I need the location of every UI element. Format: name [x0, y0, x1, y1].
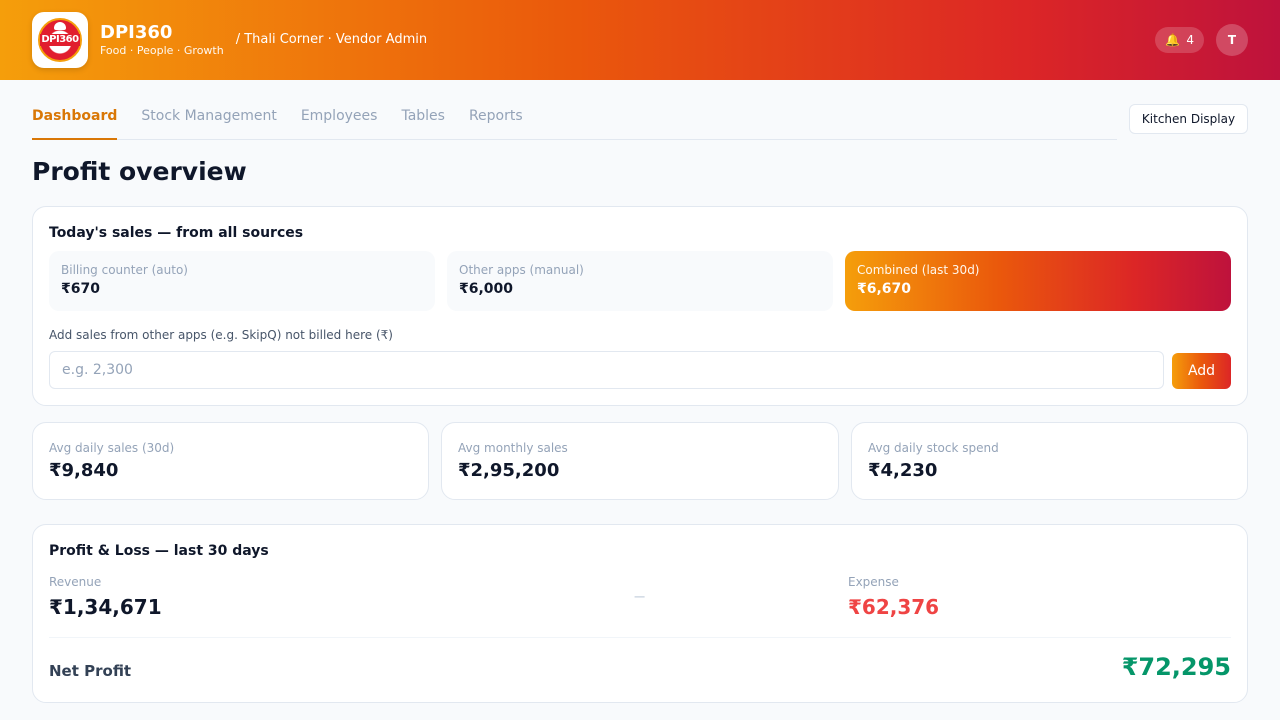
minus-operator: − — [633, 587, 647, 606]
stat-label: Other apps (manual) — [459, 263, 584, 277]
add-sales-label: Add sales from other apps (e.g. SkipQ) n… — [49, 328, 393, 342]
avg-monthly-sales-card: Avg monthly sales ₹2,95,200 — [441, 422, 839, 500]
revenue-label: Revenue — [49, 575, 102, 589]
todays-sales-card: Today's sales — from all sources Billing… — [32, 206, 1248, 406]
revenue-value: ₹1,34,671 — [49, 595, 162, 619]
stat-label: Billing counter (auto) — [61, 263, 188, 277]
combined-sales-box: Combined (last 30d) ₹6,670 — [845, 251, 1231, 311]
page-title: Profit overview — [32, 157, 247, 186]
avg-daily-stock-spend-card: Avg daily stock spend ₹4,230 — [851, 422, 1248, 500]
notifications-button[interactable]: 🔔 4 — [1155, 27, 1204, 53]
net-profit-label: Net Profit — [49, 662, 132, 680]
logo-text: DPI360 — [40, 34, 80, 46]
stat-value: ₹670 — [61, 281, 100, 297]
stat-label: Combined (last 30d) — [857, 263, 980, 277]
tab-employees[interactable]: Employees — [301, 96, 378, 140]
other-sales-input[interactable] — [49, 351, 1164, 389]
chef-logo-icon: DPI360 — [38, 18, 82, 62]
card-title: Profit & Loss — last 30 days — [49, 543, 269, 559]
stat-value: ₹2,95,200 — [458, 460, 560, 481]
revenue-block: Revenue ₹1,34,671 — [49, 575, 162, 619]
stat-label: Avg daily stock spend — [868, 441, 999, 455]
tab-reports[interactable]: Reports — [469, 96, 523, 140]
stat-value: ₹9,840 — [49, 460, 119, 481]
notification-count: 4 — [1186, 33, 1194, 47]
profit-loss-card: Profit & Loss — last 30 days Revenue ₹1,… — [32, 524, 1248, 703]
breadcrumb: / Thali Corner · Vendor Admin — [235, 31, 428, 47]
stat-value: ₹6,670 — [857, 281, 912, 297]
brand-tagline: Food · People · Growth — [100, 44, 224, 57]
top-header: DPI360 DPI360 Food · People · Growth / T… — [0, 0, 1280, 80]
add-sales-button[interactable]: Add — [1172, 353, 1231, 389]
stat-label: Avg daily sales (30d) — [49, 441, 175, 455]
tab-stock-management[interactable]: Stock Management — [141, 96, 276, 140]
avg-daily-sales-card: Avg daily sales (30d) ₹9,840 — [32, 422, 429, 500]
brand-name: DPI360 — [100, 22, 173, 43]
main-tabs: Dashboard Stock Management Employees Tab… — [32, 96, 1117, 140]
brand-block: DPI360 Food · People · Growth — [100, 22, 224, 58]
expense-block: Expense ₹62,376 — [848, 575, 939, 619]
header-actions: 🔔 4 T — [1155, 24, 1248, 56]
avatar[interactable]: T — [1216, 24, 1248, 56]
sales-summary-row: Billing counter (auto) ₹670 Other apps (… — [49, 251, 1231, 311]
card-title: Today's sales — from all sources — [49, 225, 304, 241]
other-apps-box: Other apps (manual) ₹6,000 — [447, 251, 833, 311]
tab-tables[interactable]: Tables — [401, 96, 445, 140]
divider — [49, 637, 1231, 638]
bell-icon: 🔔 — [1165, 33, 1181, 47]
expense-label: Expense — [848, 575, 899, 589]
tab-dashboard[interactable]: Dashboard — [32, 96, 118, 140]
brand-logo[interactable]: DPI360 — [32, 12, 88, 68]
billing-counter-box: Billing counter (auto) ₹670 — [49, 251, 435, 311]
stat-value: ₹6,000 — [459, 281, 514, 297]
expense-value: ₹62,376 — [848, 595, 940, 619]
kitchen-display-button[interactable]: Kitchen Display — [1129, 104, 1248, 134]
stat-label: Avg monthly sales — [458, 441, 568, 455]
stat-value: ₹4,230 — [868, 460, 938, 481]
net-profit-value: ₹72,295 — [1121, 653, 1231, 681]
